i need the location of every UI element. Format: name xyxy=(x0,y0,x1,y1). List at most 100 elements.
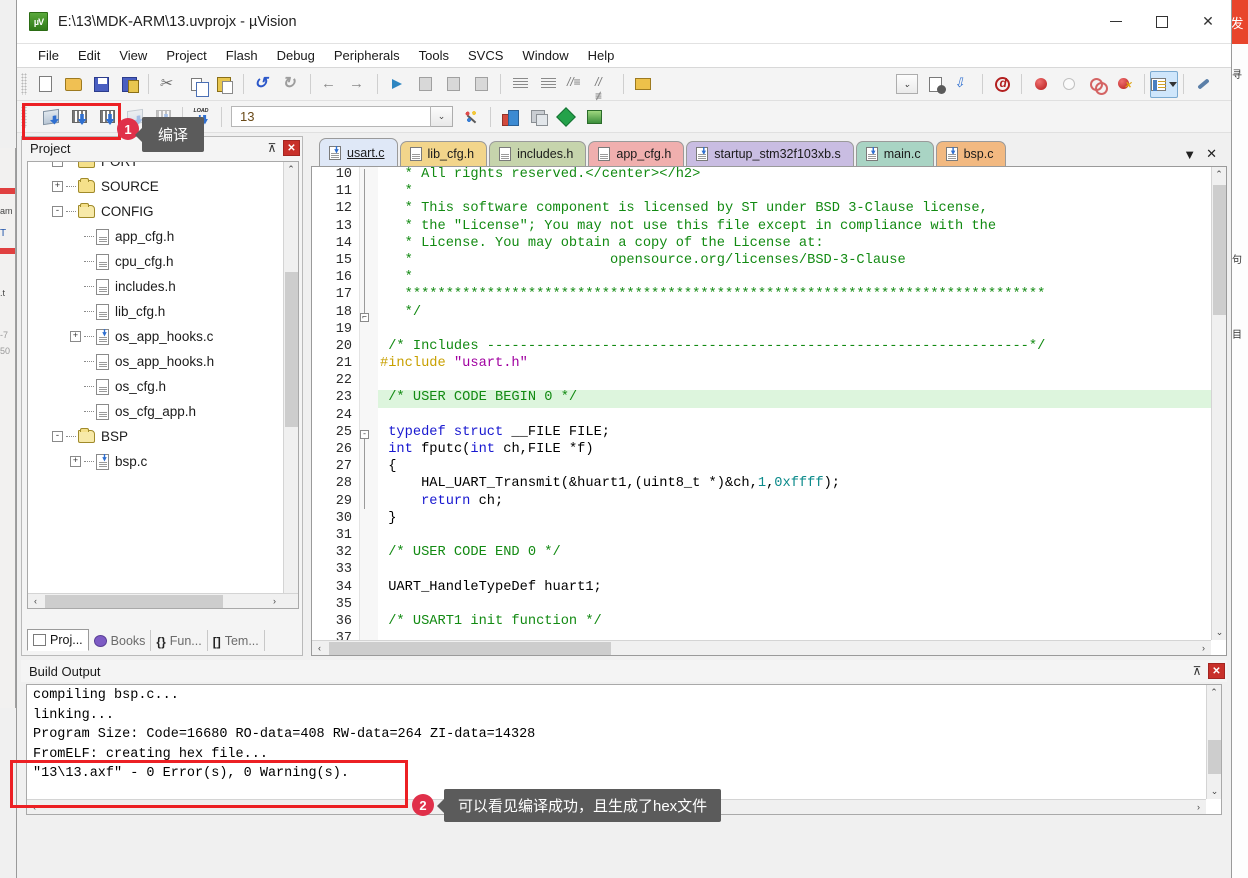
pin-icon[interactable]: ⊼ xyxy=(1188,662,1206,680)
menu-project[interactable]: Project xyxy=(157,46,215,65)
menu-flash[interactable]: Flash xyxy=(217,46,267,65)
tree-item[interactable]: lib_cfg.h xyxy=(28,299,298,324)
code-line[interactable]: int fputc(int ch,FILE *f) xyxy=(378,442,1211,459)
scroll-up-icon[interactable]: ⌃ xyxy=(284,162,298,177)
comment-button[interactable]: //≡ xyxy=(562,71,590,98)
scroll-left-icon[interactable]: ‹ xyxy=(27,800,42,815)
hscroll-thumb[interactable] xyxy=(45,594,223,608)
code-line[interactable]: HAL_UART_Transmit(&huart1,(uint8_t *)&ch… xyxy=(378,476,1211,493)
close-button[interactable]: ✕ xyxy=(1185,0,1231,44)
expand-toggle-icon[interactable]: + xyxy=(52,162,63,167)
toolbar-grip[interactable] xyxy=(21,73,27,95)
fold-toggle-icon[interactable]: ⌐ xyxy=(360,313,369,322)
fold-toggle-icon[interactable]: - xyxy=(360,430,369,439)
editor-tab-main-c[interactable]: main.c xyxy=(855,141,934,166)
project-tree-hscrollbar[interactable]: ‹ › xyxy=(28,593,298,608)
code-line[interactable] xyxy=(378,597,1211,614)
code-line[interactable]: { xyxy=(378,459,1211,476)
code-line[interactable]: * License. You may obtain a copy of the … xyxy=(378,236,1211,253)
build-output-close-button[interactable]: ✕ xyxy=(1208,663,1225,679)
code-line[interactable]: /* Includes ----------------------------… xyxy=(378,339,1211,356)
configuration-wizard-button[interactable] xyxy=(921,71,949,98)
editor-tab-usart-c[interactable]: usart.c xyxy=(319,138,398,166)
project-tab-proj[interactable]: Proj... xyxy=(27,629,89,651)
code-line[interactable]: } xyxy=(378,511,1211,528)
project-panel-close-button[interactable]: ✕ xyxy=(283,140,300,156)
tree-item[interactable]: + PORT xyxy=(28,162,298,174)
previous-bookmark-button[interactable] xyxy=(439,71,467,98)
navigate-forward-button[interactable]: → xyxy=(344,71,372,98)
menu-svcs[interactable]: SVCS xyxy=(459,46,512,65)
save-all-button[interactable] xyxy=(115,71,143,98)
build-target-button[interactable] xyxy=(65,103,93,130)
expand-toggle-icon[interactable]: + xyxy=(52,181,63,192)
code-line[interactable] xyxy=(378,562,1211,579)
scroll-right-icon[interactable]: › xyxy=(1196,641,1211,656)
tree-item[interactable]: os_app_hooks.h xyxy=(28,349,298,374)
tree-item[interactable]: os_cfg_app.h xyxy=(28,399,298,424)
code-line[interactable]: * the "License"; You may not use this fi… xyxy=(378,219,1211,236)
next-bookmark-button[interactable] xyxy=(411,71,439,98)
close-icon[interactable]: ✕ xyxy=(1206,146,1217,162)
paste-button[interactable] xyxy=(210,71,238,98)
tree-item[interactable]: + os_app_hooks.c xyxy=(28,324,298,349)
toolbar-grip[interactable] xyxy=(21,105,27,128)
code-line[interactable]: /* USER CODE END 0 */ xyxy=(378,545,1211,562)
code-line[interactable]: #include "usart.h" xyxy=(378,356,1211,373)
editor-vscrollbar[interactable]: ⌃ ⌄ xyxy=(1211,167,1226,640)
menu-help[interactable]: Help xyxy=(579,46,624,65)
hscroll-thumb[interactable] xyxy=(329,641,611,655)
code-line[interactable]: typedef struct __FILE FILE; xyxy=(378,425,1211,442)
scroll-left-icon[interactable]: ‹ xyxy=(312,641,327,656)
disable-breakpoint-button[interactable] xyxy=(1055,71,1083,98)
editor-tab-bsp-c[interactable]: bsp.c xyxy=(935,141,1007,166)
pin-icon[interactable]: ⊼ xyxy=(263,139,281,157)
new-file-button[interactable] xyxy=(31,71,59,98)
options-for-target-button[interactable] xyxy=(457,103,485,130)
editor-hscrollbar[interactable]: ‹ › xyxy=(312,640,1211,655)
editor-tab-startup_stm32f103xb-s[interactable]: startup_stm32f103xb.s xyxy=(686,141,854,166)
insert-breakpoint-button[interactable] xyxy=(1027,71,1055,98)
vscroll-thumb[interactable] xyxy=(1208,740,1221,774)
disable-all-breakpoints-button[interactable] xyxy=(1083,71,1111,98)
code-line[interactable] xyxy=(378,322,1211,339)
indent-right-button[interactable] xyxy=(506,71,534,98)
scroll-down-icon[interactable]: ⌄ xyxy=(1207,784,1221,799)
uncomment-button[interactable]: //≢ xyxy=(590,71,618,103)
editor-tab-lib_cfg-h[interactable]: lib_cfg.h xyxy=(399,141,488,166)
menu-peripherals[interactable]: Peripherals xyxy=(325,46,409,65)
indent-left-button[interactable] xyxy=(534,71,562,98)
maximize-button[interactable] xyxy=(1139,0,1185,44)
toggle-bookmark-button[interactable] xyxy=(383,71,411,98)
code-editor[interactable]: 10 11 12 13 14 15 16 17 18 19 20 21 22 23 24 25 26 27 28 29… xyxy=(311,166,1227,656)
editor-tab-app_cfg-h[interactable]: app_cfg.h xyxy=(588,141,685,166)
code-line[interactable] xyxy=(378,373,1211,390)
scroll-right-icon[interactable]: › xyxy=(267,594,282,609)
code-line[interactable]: * opensource.org/licenses/BSD-3-Clause xyxy=(378,253,1211,270)
menu-view[interactable]: View xyxy=(110,46,156,65)
expand-toggle-icon[interactable]: + xyxy=(70,456,81,467)
manage-multi-project-button[interactable] xyxy=(524,103,552,130)
toolbox-button[interactable] xyxy=(629,71,657,98)
cut-button[interactable]: ✂ xyxy=(154,71,182,98)
manage-rte-button[interactable] xyxy=(580,103,608,130)
code-line[interactable]: * xyxy=(378,184,1211,201)
scroll-up-icon[interactable]: ⌃ xyxy=(1212,167,1226,182)
collapse-toggle-icon[interactable]: - xyxy=(52,431,63,442)
tab-list-icon[interactable]: ▼ xyxy=(1183,147,1196,162)
navigate-back-button[interactable]: ← xyxy=(316,71,344,98)
menu-debug[interactable]: Debug xyxy=(268,46,324,65)
scroll-down-icon[interactable]: ⌄ xyxy=(1212,625,1226,640)
menu-edit[interactable]: Edit xyxy=(69,46,109,65)
code-line[interactable]: * All rights reserved.</center></h2> xyxy=(378,167,1211,184)
code-line[interactable]: UART_HandleTypeDef huart1; xyxy=(378,580,1211,597)
tree-item[interactable]: - BSP xyxy=(28,424,298,449)
vscroll-thumb[interactable] xyxy=(285,272,298,427)
scroll-up-icon[interactable]: ⌃ xyxy=(1207,685,1221,700)
project-tree-vscrollbar[interactable]: ⌃ ⌄ xyxy=(283,162,298,608)
start-debug-button[interactable] xyxy=(988,71,1016,98)
scroll-left-icon[interactable]: ‹ xyxy=(28,594,43,609)
tree-item[interactable]: cpu_cfg.h xyxy=(28,249,298,274)
toolbar-dropdown-button[interactable]: ⌄ xyxy=(893,71,921,98)
window-layout-button[interactable] xyxy=(1150,70,1178,98)
